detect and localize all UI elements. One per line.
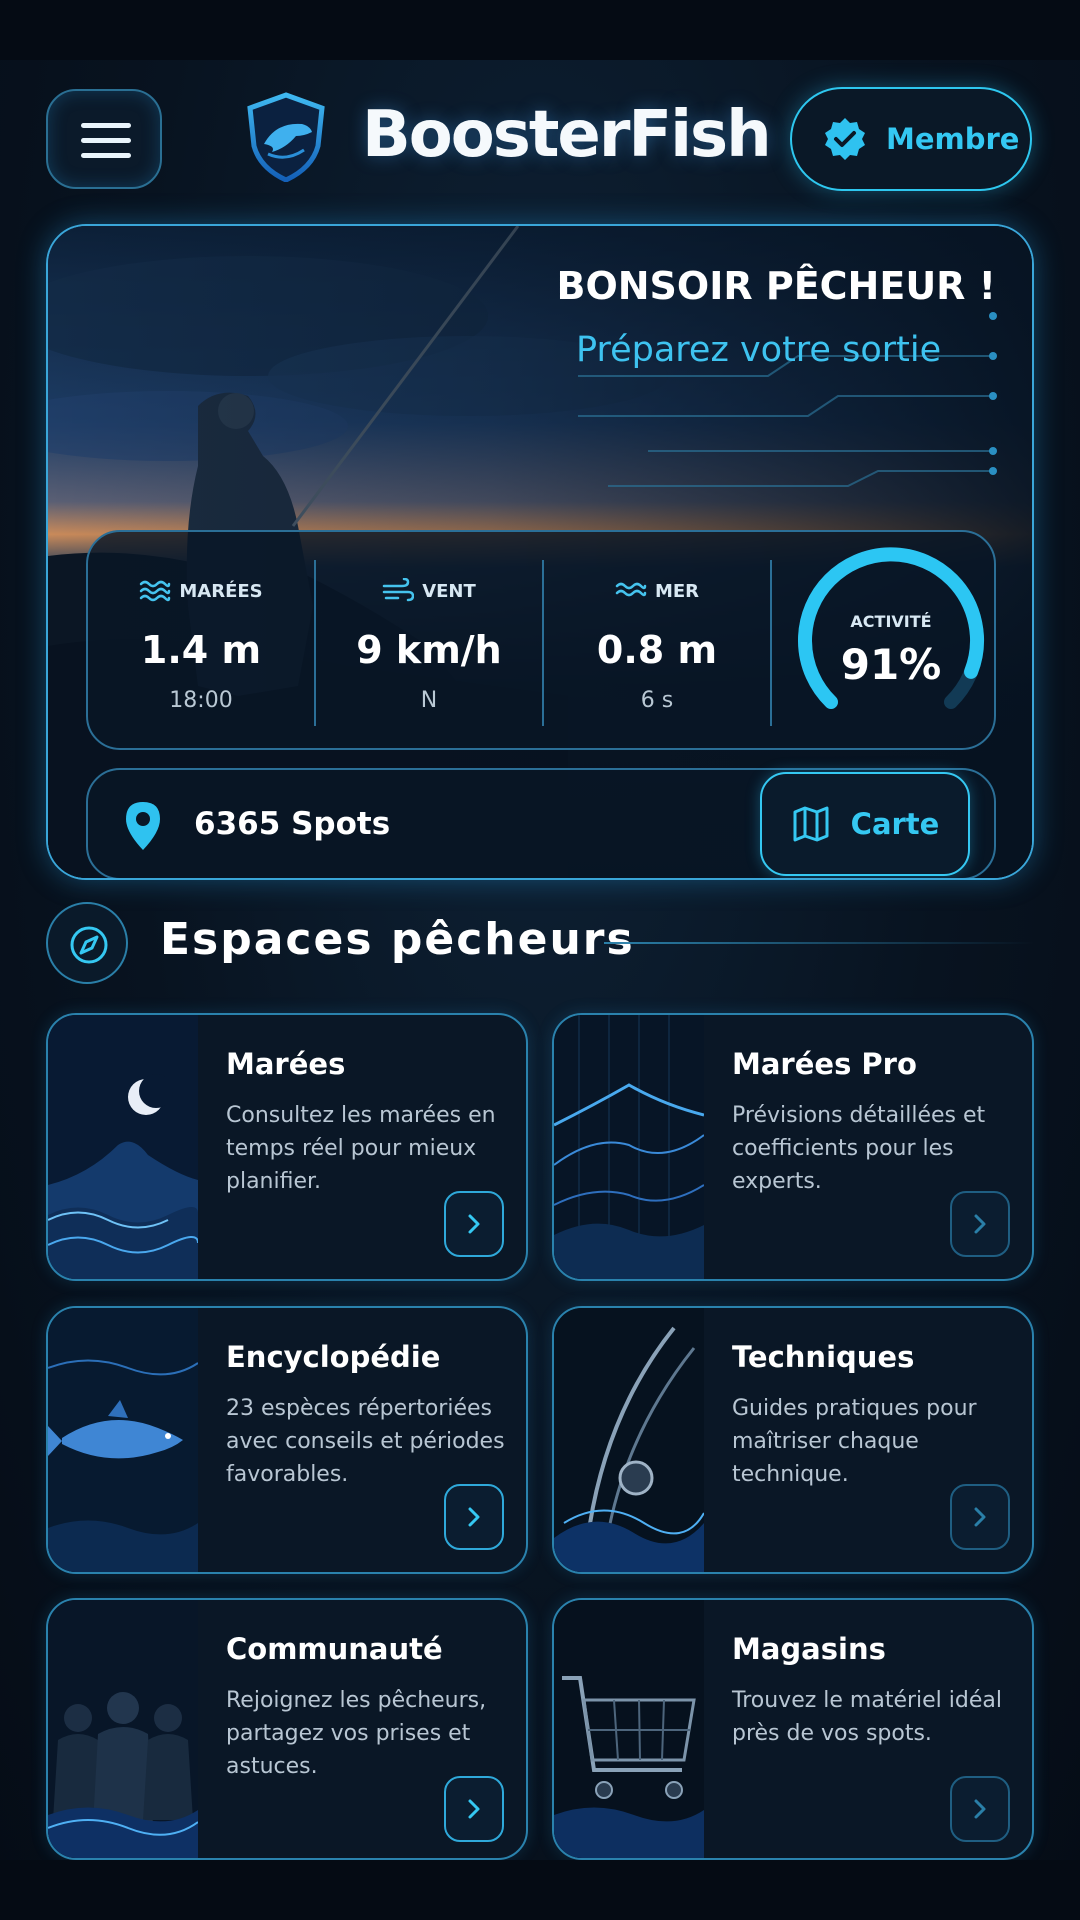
- card-title: Marées: [226, 1047, 346, 1081]
- conditions-panel: MARÉES 1.4 m 18:00 VENT 9 km/h N MER 0.8…: [86, 530, 996, 750]
- member-button[interactable]: Membre: [790, 87, 1032, 191]
- stat-label: VENT: [422, 580, 476, 602]
- status-bar-area: [0, 0, 1080, 60]
- card-title: Techniques: [732, 1340, 915, 1374]
- card-techniques[interactable]: Techniques Guides pratiques pour maîtris…: [552, 1306, 1034, 1574]
- stat-value: 1.4 m: [140, 628, 262, 672]
- map-icon: [793, 806, 829, 842]
- fish-image: [48, 1308, 198, 1572]
- card-title: Marées Pro: [732, 1047, 917, 1081]
- compass-glyph: [70, 926, 108, 964]
- tides-moon-image: [48, 1015, 198, 1279]
- compass-icon: [46, 902, 128, 984]
- card-description: Guides pratiques pour maîtriser chaque t…: [732, 1396, 977, 1487]
- stat-wind[interactable]: VENT 9 km/h N: [316, 532, 542, 752]
- app-title: BoosterFish: [362, 98, 772, 172]
- activity-label: ACTIVITÉ: [850, 612, 932, 631]
- member-label: Membre: [886, 122, 1020, 156]
- card-description: Rejoignez les pêcheurs, partagez vos pri…: [226, 1688, 487, 1779]
- card-open-button[interactable]: [950, 1484, 1010, 1550]
- stat-divider: [770, 560, 772, 726]
- card-open-button[interactable]: [444, 1484, 504, 1550]
- stat-value: 9 km/h: [356, 628, 502, 672]
- shopping-cart-image: [554, 1600, 704, 1858]
- menu-button[interactable]: [46, 89, 162, 189]
- stat-subvalue: N: [420, 688, 438, 713]
- map-label: Carte: [850, 807, 940, 841]
- stat-subvalue: 18:00: [169, 688, 233, 713]
- stat-label: MARÉES: [179, 580, 263, 602]
- greeting-subtitle: Préparez votre sortie: [576, 330, 942, 370]
- greeting-title: BONSOIR PÊCHEUR !: [556, 264, 996, 308]
- menu-icon-bar: [81, 138, 131, 143]
- card-description: Prévisions détaillées et coefficients po…: [732, 1103, 986, 1194]
- hero-card: BONSOIR PÊCHEUR ! Préparez votre sortie …: [46, 224, 1034, 880]
- card-title: Encyclopédie: [226, 1340, 441, 1374]
- wind-icon: [382, 578, 415, 602]
- card-open-button[interactable]: [444, 1776, 504, 1842]
- activity-gauge[interactable]: ACTIVITÉ 91%: [791, 546, 991, 738]
- stat-subvalue: 6 s: [640, 688, 674, 713]
- card-open-button[interactable]: [950, 1191, 1010, 1257]
- section-divider: [604, 942, 1034, 944]
- waves-icon: [140, 580, 171, 602]
- card-stores[interactable]: Magasins Trouvez le matériel idéal près …: [552, 1598, 1034, 1860]
- location-pin-icon: [126, 802, 160, 850]
- card-description: Consultez les marées en temps réel pour …: [226, 1103, 496, 1194]
- activity-value: 91%: [840, 640, 942, 689]
- card-title: Magasins: [732, 1632, 886, 1666]
- spots-bar: 6365 Spots Carte: [86, 768, 996, 878]
- card-tides[interactable]: Marées Consultez les marées en temps rée…: [46, 1013, 528, 1281]
- chevron-right-icon: [468, 1507, 480, 1527]
- card-tides-pro[interactable]: Marées Pro Prévisions détaillées et coef…: [552, 1013, 1034, 1281]
- chevron-right-icon: [468, 1214, 480, 1234]
- chevron-right-icon: [974, 1799, 986, 1819]
- card-community[interactable]: Communauté Rejoignez les pêcheurs, parta…: [46, 1598, 528, 1860]
- stat-value: 0.8 m: [596, 628, 718, 672]
- logo-shield-icon: [247, 92, 325, 182]
- menu-icon-bar: [81, 153, 131, 158]
- map-button[interactable]: Carte: [760, 772, 970, 876]
- menu-icon: [81, 123, 131, 128]
- card-title: Communauté: [226, 1632, 443, 1666]
- community-fishermen-image: [48, 1600, 198, 1858]
- spots-count: 6365 Spots: [194, 806, 391, 842]
- chevron-right-icon: [974, 1214, 986, 1234]
- sea-icon: [615, 582, 647, 597]
- card-description: Trouvez le matériel idéal près de vos sp…: [732, 1688, 1002, 1746]
- card-encyclopedia[interactable]: Encyclopédie 23 espèces répertoriées ave…: [46, 1306, 528, 1574]
- section-title: Espaces pêcheurs: [160, 914, 635, 965]
- verified-badge-icon: [825, 118, 865, 160]
- chevron-right-icon: [974, 1507, 986, 1527]
- tides-pro-chart-image: [554, 1015, 704, 1279]
- stat-sea[interactable]: MER 0.8 m 6 s: [544, 532, 770, 752]
- fishing-rod-image: [554, 1308, 704, 1572]
- card-description: 23 espèces répertoriées avec conseils et…: [226, 1396, 505, 1487]
- card-open-button[interactable]: [444, 1191, 504, 1257]
- card-open-button[interactable]: [950, 1776, 1010, 1842]
- bottom-bar-area: [0, 1860, 1080, 1920]
- chevron-right-icon: [468, 1799, 480, 1819]
- stat-label: MER: [654, 580, 700, 602]
- stat-tides[interactable]: MARÉES 1.4 m 18:00: [88, 532, 314, 752]
